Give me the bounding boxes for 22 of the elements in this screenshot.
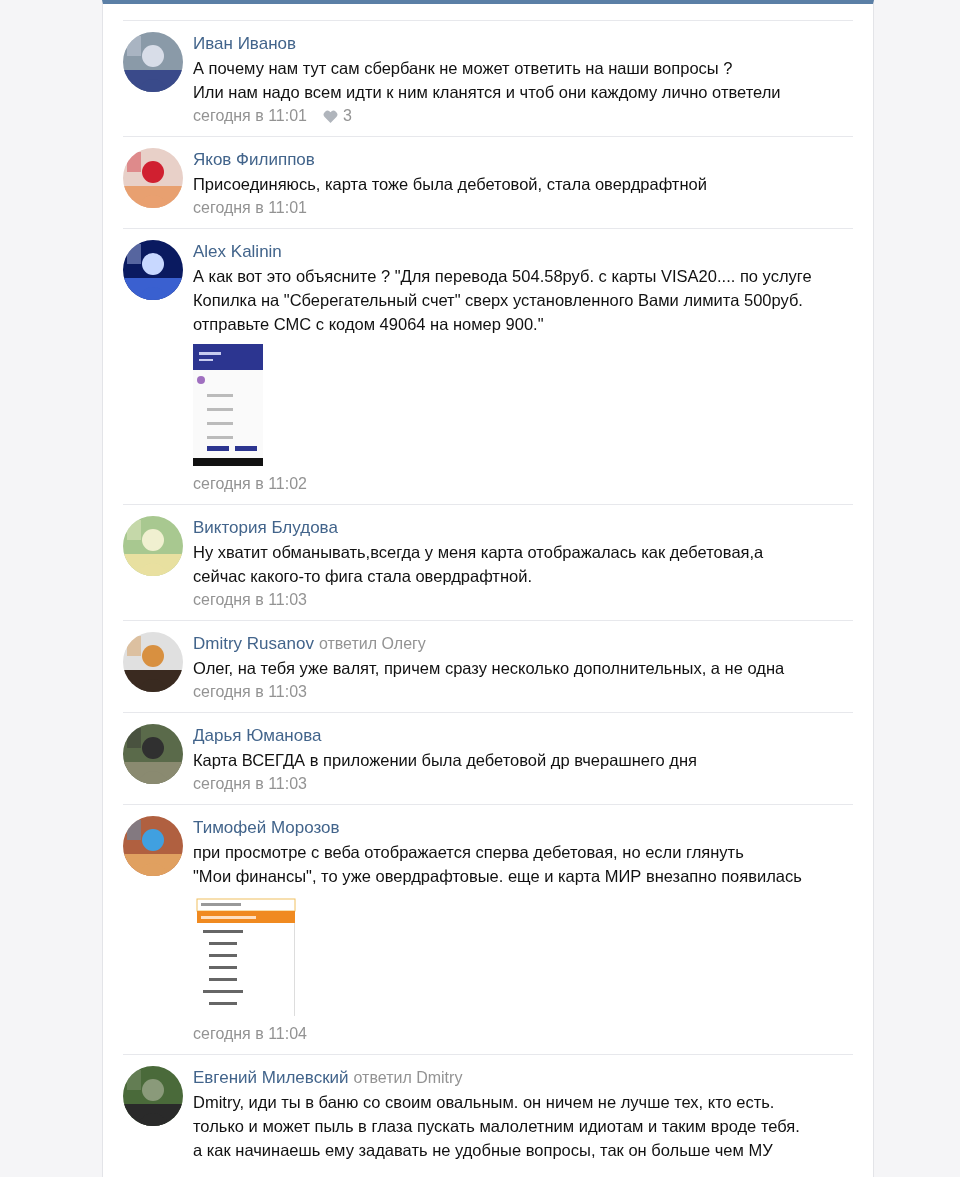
author-name[interactable]: Яков Филиппов [193,148,315,172]
comment-text: Ну хватит обманывать,всегда у меня карта отображалась как дебетовая,а сейчас какого-то фига стала овердрафтной. [193,542,764,587]
comment-text: Присоединяюсь, карта тоже была дебетовой, стала овердрафтной [193,174,707,195]
comment-text: А как вот это объясните ? "Для перевода 504.58руб. с карты VISA20.... по услуге Копилка на "Сберегательный счет" сверх установленного Вами лимита 500руб. отправьте СМС с кодом 49064 на номер 900." [193,266,812,335]
comment-text: при просмотре с веба отображается сперва дебетовая, но если глянуть "Мои финансы", то уже овердрафтовые. еще и карта МИР внезапно появилась [193,842,802,887]
author-name[interactable]: Евгений Милевский [193,1066,349,1090]
comment-text: Олег, на тебя уже валят, причем сразу несколько дополнительных, а не одна [193,658,785,679]
author-name[interactable]: Виктория Блудова [193,516,338,540]
screenshot-thumbnail-drawing[interactable] [193,896,298,1016]
comment-text: Dmitry, иди ты в баню со своим овальным. он ничем не лучше тех, кто есть. только и может пыль в глаза пускать малолетним идиотам и таким вроде тебя. а как начинаешь ему задавать не удобные вопросы, так он больше чем МУ [193,1092,800,1161]
comment-text: Карта ВСЕГДА в приложении была дебетовой др вчерашнего дня [193,750,697,771]
author-name[interactable]: Alex Kalinin [193,240,282,264]
author-name[interactable]: Иван Иванов [193,32,296,56]
reply-note: ответил Олегу [318,634,426,654]
author-name[interactable]: Dmitry Rusanov [193,632,314,656]
screenshot-thumbnail-drawing[interactable] [193,344,263,466]
like-button[interactable]: 3 [323,104,352,128]
reply-note: ответил Dmitry [353,1068,463,1088]
author-name[interactable]: Тимофей Морозов [193,816,340,840]
heart-icon [323,109,338,123]
comment-text: А почему нам тут сам сбербанк не может ответить на наши вопросы ? Или нам надо всем идти к ним кланятся и чтоб они каждому лично ответели [193,58,781,103]
author-name[interactable]: Дарья Юманова [193,724,322,748]
